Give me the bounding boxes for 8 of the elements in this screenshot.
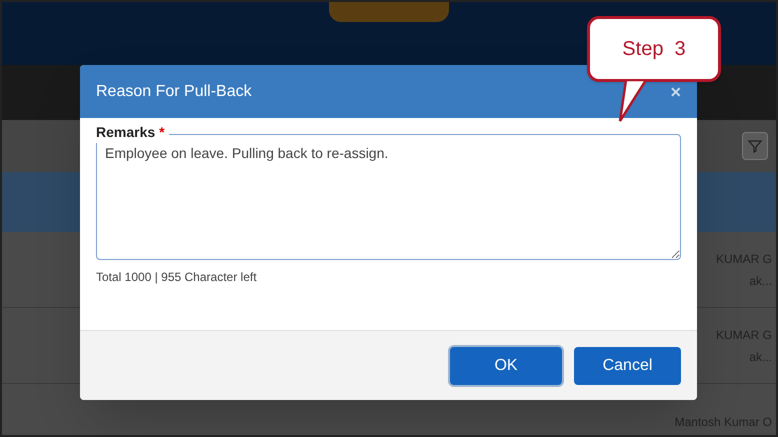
dialog-button[interactable]: Cancel	[574, 346, 681, 384]
callout-text: Step 3	[622, 37, 686, 62]
dialog-title: Reason For Pull-Back	[96, 82, 252, 102]
close-button[interactable]: ×	[670, 82, 681, 100]
character-counter: Total 1000 | 955 Character left	[96, 269, 258, 286]
dialog-button[interactable]: OK	[450, 346, 562, 384]
filter-button[interactable]	[742, 132, 768, 160]
filter-icon	[747, 138, 763, 154]
